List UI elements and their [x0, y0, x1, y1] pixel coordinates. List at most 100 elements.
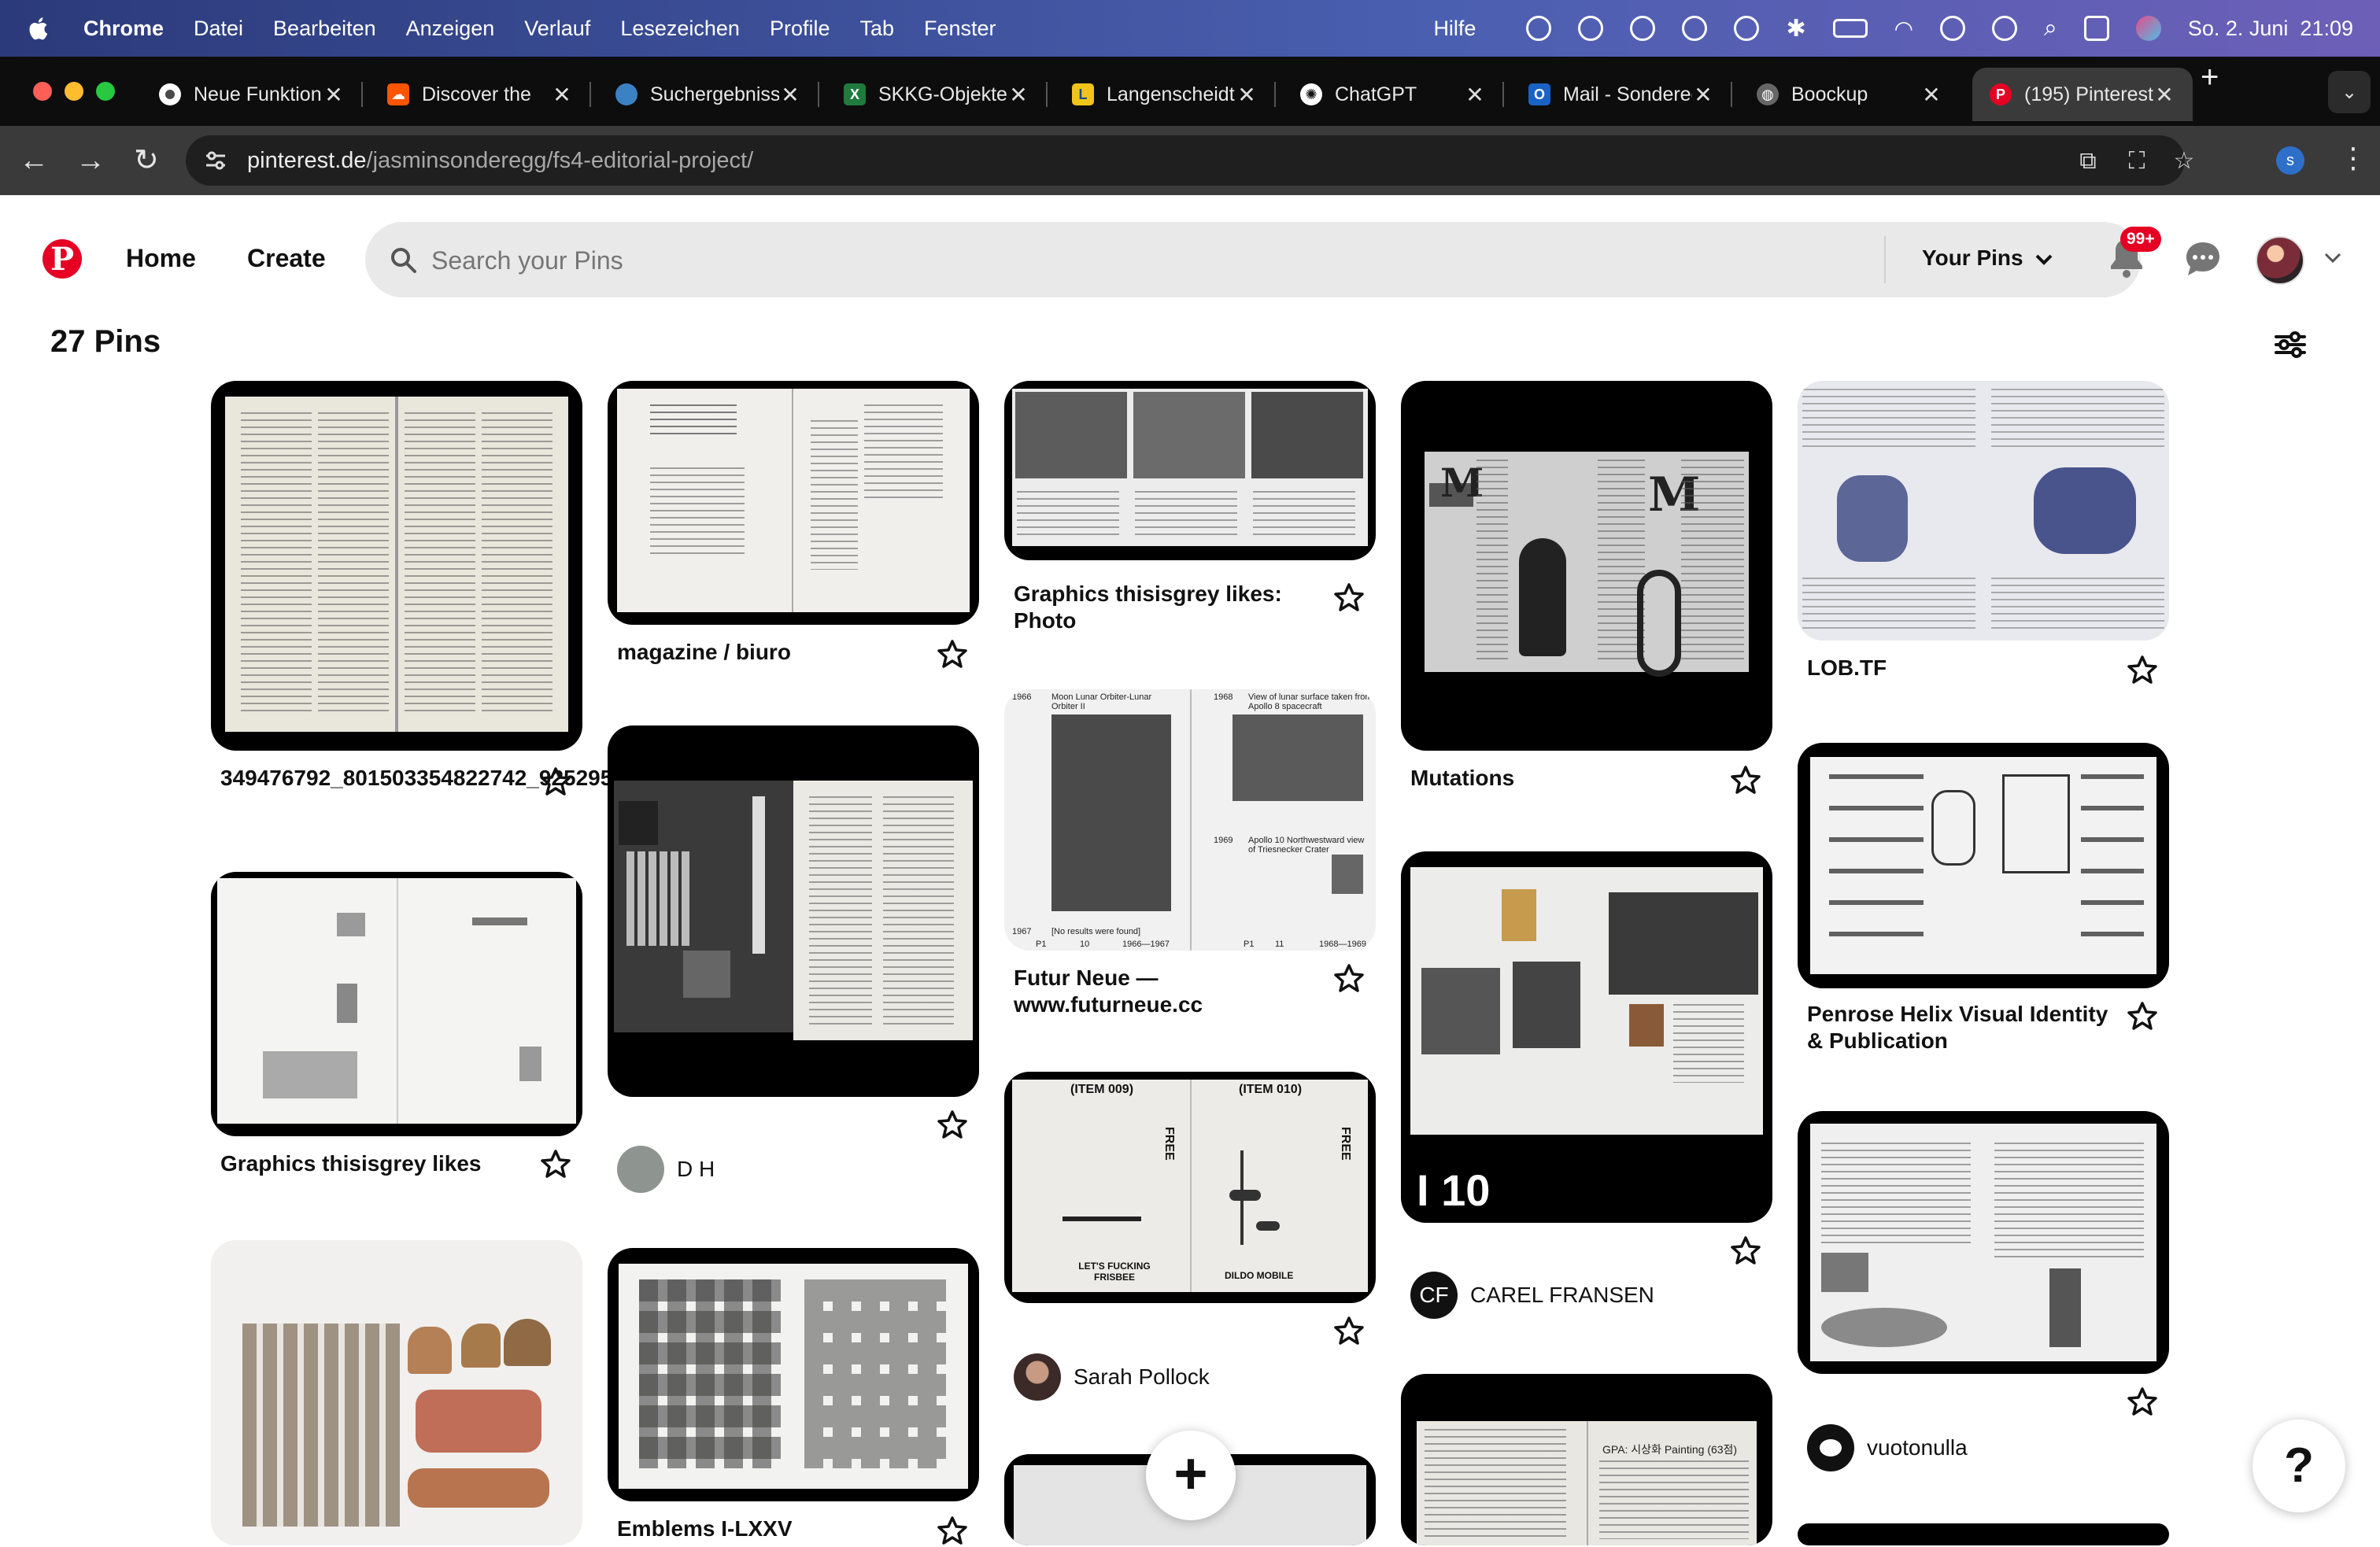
- star-icon[interactable]: [937, 1109, 968, 1141]
- search-scope-dropdown[interactable]: Your Pins: [1922, 246, 2053, 271]
- star-icon[interactable]: [540, 766, 571, 798]
- url-text[interactable]: pinterest.de/jasminsonderegg/fs4-editori…: [247, 148, 753, 174]
- pin-card[interactable]: Emblems I-LXXV: [608, 1248, 979, 1545]
- siri-icon[interactable]: [2135, 16, 2161, 41]
- messages-icon[interactable]: [2185, 241, 2221, 277]
- pin-creator[interactable]: CF CAREL FRANSEN: [1410, 1272, 1654, 1319]
- pin-title[interactable]: Graphics thisisgrey likes: Photo: [1014, 581, 1321, 634]
- filter-icon[interactable]: [2273, 327, 2308, 362]
- tab-neue-funktion[interactable]: Neue Funktion ✕: [142, 68, 363, 121]
- pin-card[interactable]: GPA: 시상화 Painting (63점): [1401, 1374, 1772, 1545]
- reload-button[interactable]: ↻: [134, 143, 159, 178]
- pin-card[interactable]: Graphics thisisgrey likes: Photo: [1004, 381, 1376, 641]
- pin-image[interactable]: (ITEM 009) (ITEM 010) FREE FREE LET'S FU…: [1004, 1072, 1376, 1303]
- pin-image[interactable]: I 10: [1401, 851, 1772, 1223]
- pin-creator[interactable]: vuotonulla: [1807, 1424, 1968, 1471]
- pin-image[interactable]: [1798, 1523, 2169, 1545]
- close-tab-icon[interactable]: ✕: [1920, 82, 1942, 108]
- pin-card[interactable]: 1966 Moon Lunar Orbiter-Lunar Orbiter II…: [1004, 689, 1376, 1020]
- time-machine-icon[interactable]: [1992, 16, 2018, 41]
- close-window-button[interactable]: [33, 82, 52, 101]
- search-input[interactable]: [430, 239, 1928, 282]
- menu-lesezeichen[interactable]: Lesezeichen: [620, 17, 740, 41]
- pin-image[interactable]: [1798, 1111, 2169, 1374]
- address-bar[interactable]: pinterest.de/jasminsonderegg/fs4-editori…: [186, 135, 2194, 186]
- star-icon[interactable]: [1333, 963, 1365, 995]
- pinterest-logo-icon[interactable]: P: [42, 239, 82, 279]
- pin-title[interactable]: Futur Neue — www.futurneue.cc: [1014, 965, 1321, 1018]
- tab-chatgpt[interactable]: ✺ ChatGPT ✕: [1283, 68, 1504, 121]
- chrome-menu-icon[interactable]: ⋮: [2339, 142, 2367, 175]
- tab-skkg-objekte[interactable]: X SKKG-Objekte ✕: [826, 68, 1048, 121]
- translate-icon[interactable]: ⛶: [2123, 148, 2150, 175]
- forward-button[interactable]: →: [76, 143, 105, 178]
- menu-tab[interactable]: Tab: [859, 17, 894, 41]
- wifi-icon[interactable]: ◠: [1894, 16, 1913, 42]
- minimize-window-button[interactable]: [65, 82, 83, 101]
- tab-langenscheidt[interactable]: L Langenscheidt ✕: [1055, 68, 1276, 121]
- tab-soundcloud[interactable]: ☁ Discover the ✕: [370, 68, 591, 121]
- pin-title[interactable]: Mutations: [1410, 765, 1717, 792]
- pin-card[interactable]: [211, 1240, 582, 1545]
- close-tab-icon[interactable]: ✕: [1007, 82, 1029, 108]
- screen-record-icon[interactable]: [1578, 16, 1604, 41]
- nav-home[interactable]: Home: [126, 244, 196, 273]
- help-button[interactable]: ?: [2252, 1420, 2345, 1512]
- menu-fenster[interactable]: Fenster: [924, 17, 996, 41]
- close-tab-icon[interactable]: ✕: [2153, 82, 2175, 108]
- menu-bearbeiten[interactable]: Bearbeiten: [273, 17, 376, 41]
- pin-image[interactable]: [211, 381, 582, 751]
- menu-profile[interactable]: Profile: [770, 17, 830, 41]
- pin-image[interactable]: [1798, 381, 2169, 641]
- star-icon[interactable]: [1730, 1235, 1761, 1267]
- pin-card[interactable]: M M Mutations: [1401, 381, 1772, 798]
- close-tab-icon[interactable]: ✕: [323, 82, 345, 108]
- site-settings-icon[interactable]: [205, 150, 227, 172]
- battery-icon[interactable]: [1832, 19, 1868, 38]
- pin-creator[interactable]: Sarah Pollock: [1014, 1353, 1210, 1401]
- menu-anzeigen[interactable]: Anzeigen: [406, 17, 495, 41]
- pin-card[interactable]: (ITEM 009) (ITEM 010) FREE FREE LET'S FU…: [1004, 1072, 1376, 1410]
- pin-card[interactable]: Penrose Helix Visual Identity & Publicat…: [1798, 743, 2169, 1058]
- status-app-icon[interactable]: [1526, 16, 1552, 41]
- star-icon[interactable]: [2127, 1386, 2158, 1418]
- account-chevron-icon[interactable]: [2323, 249, 2342, 268]
- zoom-window-button[interactable]: [96, 82, 115, 101]
- rocket-icon[interactable]: [1630, 16, 1656, 41]
- pin-title[interactable]: 349476792_801503354822742_92529588331344…: [220, 765, 741, 792]
- bluetooth-icon[interactable]: ✱: [1786, 15, 1805, 42]
- star-icon[interactable]: [1730, 765, 1761, 796]
- tab-boockup[interactable]: ◍ Boockup ✕: [1739, 68, 1960, 121]
- pin-card[interactable]: I 10 CF CAREL FRANSEN: [1401, 851, 1772, 1331]
- close-tab-icon[interactable]: ✕: [1236, 82, 1258, 108]
- pin-image[interactable]: [608, 1248, 979, 1501]
- menubar-clock[interactable]: So. 2. Juni 21:09: [2188, 17, 2353, 41]
- pin-card[interactable]: 349476792_801503354822742_92529588331344…: [211, 381, 741, 821]
- star-icon[interactable]: [1333, 1316, 1365, 1347]
- pin-image[interactable]: [608, 381, 979, 625]
- pin-image[interactable]: [608, 726, 979, 1097]
- tab-search-button[interactable]: ⌄: [2328, 71, 2371, 113]
- menu-verlauf[interactable]: Verlauf: [524, 17, 590, 41]
- pin-title[interactable]: Graphics thisisgrey likes: [220, 1150, 527, 1177]
- spotlight-icon[interactable]: ⌕: [2044, 15, 2057, 42]
- install-app-icon[interactable]: ⧉: [2075, 148, 2101, 175]
- headphones-icon[interactable]: [1734, 16, 1760, 41]
- pin-title[interactable]: Emblems I-LXXV: [617, 1516, 924, 1542]
- bookmark-star-icon[interactable]: ☆: [2171, 148, 2197, 175]
- new-tab-button[interactable]: +: [2201, 60, 2219, 95]
- menu-datei[interactable]: Datei: [194, 17, 243, 41]
- pin-image[interactable]: M M: [1401, 381, 1772, 751]
- close-tab-icon[interactable]: ✕: [551, 82, 573, 108]
- menu-app-chrome[interactable]: Chrome: [83, 17, 164, 41]
- pin-image[interactable]: [211, 1240, 582, 1545]
- star-icon[interactable]: [2127, 1001, 2158, 1032]
- star-icon[interactable]: [540, 1149, 571, 1180]
- pin-title[interactable]: magazine / biuro: [617, 639, 924, 666]
- user-switch-icon[interactable]: [1940, 16, 1966, 41]
- pin-image[interactable]: 1966 Moon Lunar Orbiter-Lunar Orbiter II…: [1004, 689, 1376, 951]
- star-icon[interactable]: [937, 639, 968, 670]
- back-button[interactable]: ←: [19, 143, 49, 178]
- close-tab-icon[interactable]: ✕: [1692, 82, 1714, 108]
- close-tab-icon[interactable]: ✕: [1464, 82, 1486, 108]
